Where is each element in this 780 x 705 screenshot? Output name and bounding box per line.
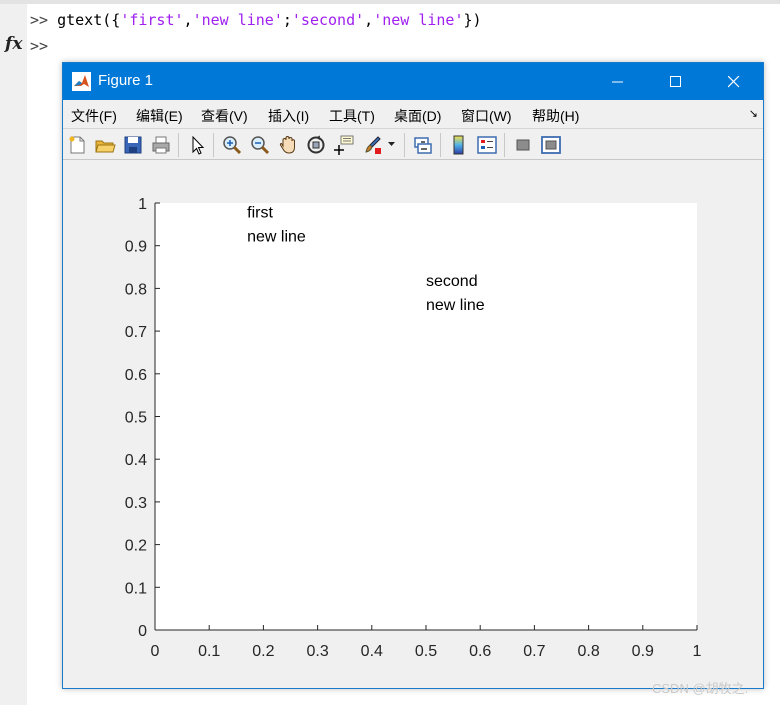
save-icon[interactable]	[122, 134, 144, 156]
y-tick-label: 0.8	[125, 281, 147, 298]
y-tick-label: 0	[138, 623, 147, 640]
code-text: })	[463, 11, 482, 29]
figure-titlebar[interactable]: Figure 1	[63, 63, 763, 100]
select-arrow-icon[interactable]	[186, 134, 208, 156]
watermark: CSDN @胡牧之.	[652, 681, 749, 696]
code-text: ,	[364, 11, 374, 29]
code-text: ,	[183, 11, 193, 29]
data-cursor-icon[interactable]	[333, 134, 355, 156]
y-tick-label: 1	[138, 196, 147, 213]
x-tick-label: 0	[151, 643, 160, 660]
x-tick-label: 0.6	[469, 643, 491, 660]
close-button[interactable]	[705, 63, 763, 100]
figure-canvas[interactable]: 0 0.1 0.2 0.3 0.4 0.5 0.6 0.7 0.8 0.9 1 0 0.1 0.2 0.3 0…	[63, 160, 763, 688]
menu-tools[interactable]: 工具(T)	[329, 106, 375, 126]
function-browser-icon[interactable]: fx	[5, 34, 22, 54]
x-tick-label: 0.7	[523, 643, 545, 660]
text-annotation: first	[247, 205, 273, 222]
open-file-icon[interactable]	[94, 134, 116, 156]
zoom-out-icon[interactable]	[249, 134, 271, 156]
figure-toolbar	[63, 128, 763, 160]
menu-edit[interactable]: 编辑(E)	[136, 106, 183, 126]
x-tick-label: 0.5	[415, 643, 437, 660]
axes-plot[interactable]: 0 0.1 0.2 0.3 0.4 0.5 0.6 0.7 0.8 0.9 1 0 0.1 0.2 0.3 0…	[63, 160, 763, 688]
code-string: 'first'	[120, 11, 184, 29]
new-figure-icon[interactable]	[66, 134, 88, 156]
text-annotation: new line	[426, 297, 485, 314]
show-plot-tools-icon[interactable]	[540, 134, 562, 156]
y-tick-label: 0.6	[125, 367, 147, 384]
figure-window[interactable]: Figure 1 文件(F) 编辑(E) 查看(V) 插入(I) 工具(T) 桌…	[62, 62, 764, 689]
figure-title: Figure 1	[98, 72, 154, 89]
brush-dropdown-icon[interactable]	[388, 142, 395, 148]
code-string: 'new line'	[192, 11, 283, 29]
y-tick-label: 0.3	[125, 495, 147, 512]
y-tick-label: 0.7	[125, 324, 147, 341]
code-string: 'new line'	[373, 11, 464, 29]
y-tick-label: 0.1	[125, 580, 147, 597]
axes-background	[155, 203, 697, 630]
pan-hand-icon[interactable]	[277, 134, 299, 156]
x-tick-label: 0.3	[306, 643, 328, 660]
command-line[interactable]: >>	[30, 36, 48, 56]
y-tick-label: 0.9	[125, 239, 147, 256]
colorbar-icon[interactable]	[448, 134, 470, 156]
x-tick-label: 0.8	[577, 643, 599, 660]
menu-window[interactable]: 窗口(W)	[461, 106, 512, 126]
x-tick-label: 1	[693, 643, 702, 660]
link-plot-icon[interactable]	[412, 134, 434, 156]
y-tick-label: 0.5	[125, 410, 147, 427]
command-gutter	[0, 4, 27, 705]
top-divider	[0, 0, 780, 4]
command-prompt: >>	[30, 37, 49, 55]
maximize-button[interactable]	[647, 63, 705, 100]
x-tick-label: 0.2	[252, 643, 274, 660]
code-text: gtext({	[48, 11, 121, 29]
print-icon[interactable]	[150, 134, 172, 156]
minimize-icon	[612, 81, 623, 82]
rotate-3d-icon[interactable]	[305, 134, 327, 156]
x-tick-label: 0.1	[198, 643, 220, 660]
dock-arrow-icon[interactable]: ↘	[749, 107, 758, 120]
toolbar-separator	[213, 133, 214, 157]
x-tick-label: 0.4	[361, 643, 383, 660]
menu-file[interactable]: 文件(F)	[71, 106, 117, 126]
toolbar-separator	[440, 133, 441, 157]
matlab-logo-icon	[72, 72, 91, 91]
text-annotation: new line	[247, 229, 306, 246]
x-tick-label: 0.9	[632, 643, 654, 660]
maximize-icon	[670, 75, 681, 87]
code-string: 'second'	[291, 11, 365, 29]
menu-insert[interactable]: 插入(I)	[268, 106, 309, 126]
toolbar-separator	[178, 133, 179, 157]
hide-plot-tools-icon[interactable]	[512, 134, 534, 156]
text-annotation: second	[426, 273, 478, 290]
close-icon	[728, 75, 740, 87]
legend-icon[interactable]	[476, 134, 498, 156]
y-tick-label: 0.2	[125, 538, 147, 555]
y-tick-label: 0.4	[125, 452, 147, 469]
command-line[interactable]: >> gtext({'first','new line';'second','n…	[30, 10, 482, 30]
menu-view[interactable]: 查看(V)	[201, 106, 248, 126]
menu-help[interactable]: 帮助(H)	[532, 106, 579, 126]
toolbar-separator	[404, 133, 405, 157]
minimize-button[interactable]	[589, 63, 647, 100]
toolbar-separator	[504, 133, 505, 157]
brush-icon[interactable]	[361, 134, 383, 156]
command-prompt: >>	[30, 11, 49, 29]
code-text: ;	[282, 11, 292, 29]
menu-desktop[interactable]: 桌面(D)	[394, 106, 441, 126]
figure-menubar: 文件(F) 编辑(E) 查看(V) 插入(I) 工具(T) 桌面(D) 窗口(W…	[63, 100, 763, 128]
zoom-in-icon[interactable]	[221, 134, 243, 156]
